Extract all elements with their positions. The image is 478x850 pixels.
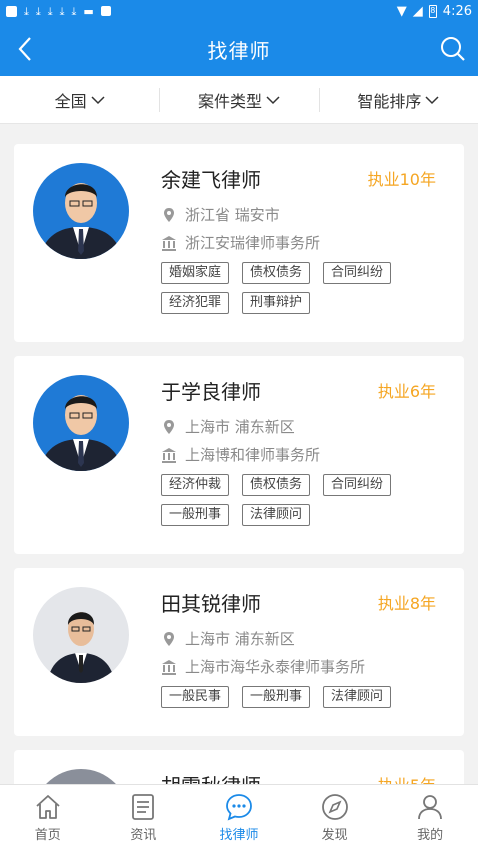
practice-tag: 经济仲裁 [161,474,230,496]
filter-region[interactable]: 全国 [0,76,159,123]
avatar [33,587,129,683]
tab-label: 发现 [321,828,348,843]
location-row: 上海市 浦东新区 [161,628,295,649]
location-row: 浙江省 瑞安市 [161,204,280,225]
firm-row: 浙江安瑞律师事务所 [161,232,320,253]
lawyer-card[interactable]: 于学良律师 执业6年 上海市 浦东新区 上海博和律师事务所 经济仲裁 债权债务 … [14,356,464,554]
firm-text: 浙江安瑞律师事务所 [185,234,321,252]
practice-tag: 债权债务 [242,474,311,496]
clock: 4:26 [442,3,472,19]
app-notification-icon [6,5,17,17]
location-row: 上海市 浦东新区 [161,416,295,437]
location-pin-icon [164,207,174,222]
tab-mine[interactable]: 我的 [382,785,478,850]
practice-tag: 法律顾问 [323,686,392,708]
lawyer-name: 于学良律师 [161,380,261,404]
lawyer-name: 田其锐律师 [161,592,261,616]
bottom-tab-bar: 首页 资讯 找律师 发现 我的 [0,784,478,850]
firm-text: 上海市海华永泰律师事务所 [185,658,366,676]
search-button[interactable] [438,34,468,64]
lawyer-name: 胡雪秋律师 [161,770,261,784]
practice-tag: 合同纠纷 [323,474,392,496]
lawyer-list: 余建飞律师 执业10年 浙江省 瑞安市 浙江安瑞律师事务所 婚姻家庭 债权债务 … [0,124,478,784]
practice-tag: 法律顾问 [242,504,311,526]
location-text: 上海市 浦东新区 [185,630,295,648]
back-button[interactable] [10,34,40,64]
notification-icons: ⤓ ⤓ ⤓ ⤓ ⤓ ▬ [6,4,111,18]
location-text: 上海市 浦东新区 [185,418,295,436]
location-pin-icon [164,419,174,434]
practice-tag: 一般刑事 [161,504,230,526]
tab-label: 找律师 [219,828,259,843]
download-icon: ⤓ [35,4,41,18]
court-building-icon [162,659,176,675]
practice-tag: 一般刑事 [242,686,311,708]
chevron-down-icon [425,95,439,104]
user-icon [418,795,443,820]
practice-tag: 债权债务 [242,262,311,284]
message-icon: ▬ [83,4,94,18]
practice-tag: 刑事辩护 [242,292,311,314]
compass-icon [321,794,348,820]
court-building-icon [162,447,176,463]
tab-home[interactable]: 首页 [0,785,96,850]
image-icon [100,6,111,16]
practice-years: 执业8年 [377,594,436,613]
download-icon: ⤓ [71,4,77,18]
firm-row: 上海市海华永泰律师事务所 [161,656,365,677]
wifi-icon: ▼ [396,3,407,19]
practice-years: 执业10年 [367,170,436,189]
filter-case-type[interactable]: 案件类型 [159,76,318,123]
tab-label: 我的 [417,828,444,843]
location-text: 浙江省 瑞安市 [185,206,280,224]
filter-label: 全国 [54,91,87,111]
practice-tag: 一般民事 [161,686,230,708]
download-icon: ⤓ [47,4,53,18]
chevron-down-icon [266,95,280,104]
news-icon [132,794,155,820]
avatar [33,769,129,784]
lawyer-name: 余建飞律师 [161,168,261,192]
back-arrow-icon [18,37,31,61]
download-icon: ⤓ [59,4,65,18]
tab-label: 首页 [34,828,61,843]
filter-label: 案件类型 [197,91,262,111]
avatar [33,375,129,471]
status-bar: ⤓ ⤓ ⤓ ⤓ ⤓ ▬ ▼ ◢ 8 4:26 [0,0,478,22]
tab-find-lawyer[interactable]: 找律师 [191,785,287,850]
tag-list: 一般民事 一般刑事 法律顾问 [161,686,441,708]
location-pin-icon [164,631,174,646]
chevron-down-icon [91,95,105,104]
search-icon [441,37,465,61]
practice-tag: 经济犯罪 [161,292,230,314]
download-icon: ⤓ [24,4,29,18]
court-building-icon [162,235,176,251]
tag-list: 经济仲裁 债权债务 合同纠纷 一般刑事 法律顾问 [161,474,441,526]
page-title: 找律师 [207,38,271,63]
signal-icon: ◢ [412,3,423,19]
avatar [33,163,129,259]
filter-sort[interactable]: 智能排序 [318,76,478,123]
home-icon [36,795,60,819]
tab-label: 资讯 [130,828,157,843]
lawyer-card[interactable]: 胡雪秋律师 执业5年 [14,750,464,784]
lawyer-card[interactable]: 田其锐律师 执业8年 上海市 浦东新区 上海市海华永泰律师事务所 一般民事 一般… [14,568,464,736]
filter-label: 智能排序 [357,91,422,111]
tab-news[interactable]: 资讯 [96,785,192,850]
tab-discover[interactable]: 发现 [287,785,383,850]
filter-bar: 全国 案件类型 智能排序 [0,76,478,124]
chat-lawyer-icon [226,794,252,821]
app-header: 找律师 [0,22,478,76]
practice-years: 执业6年 [377,382,436,401]
tag-list: 婚姻家庭 债权债务 合同纠纷 经济犯罪 刑事辩护 [161,262,441,314]
firm-text: 上海博和律师事务所 [185,446,321,464]
battery-icon: 8 [428,4,437,18]
lawyer-card[interactable]: 余建飞律师 执业10年 浙江省 瑞安市 浙江安瑞律师事务所 婚姻家庭 债权债务 … [14,144,464,342]
firm-row: 上海博和律师事务所 [161,444,320,465]
practice-tag: 婚姻家庭 [161,262,230,284]
practice-tag: 合同纠纷 [323,262,392,284]
practice-years: 执业5年 [378,772,436,784]
